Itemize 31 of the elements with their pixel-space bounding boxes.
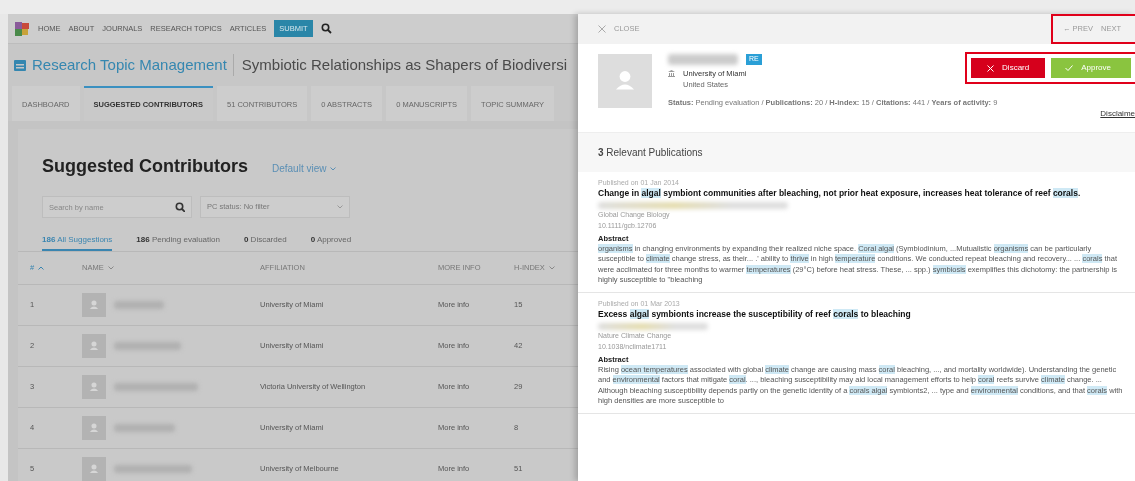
sort-down-icon: [548, 266, 555, 270]
page-heading: Research Topic Management: [32, 54, 227, 75]
calendar-icon: [14, 59, 26, 71]
close-icon: [598, 25, 606, 33]
filter-tab[interactable]: 0 Approved: [310, 234, 352, 251]
person-icon: [87, 421, 101, 435]
section-heading: 3 Relevant Publications: [598, 146, 703, 160]
person-icon: [87, 380, 101, 394]
filter-tab[interactable]: 186 Pending evaluation: [136, 234, 220, 251]
page-title: Suggested Contributors: [42, 155, 248, 178]
institution-icon: [668, 70, 675, 78]
person-icon: [87, 339, 101, 353]
check-icon: [1065, 65, 1074, 71]
chevron-icon: [337, 205, 343, 209]
search-icon: [175, 202, 185, 212]
sort-down-icon: [107, 266, 114, 270]
sort-up-icon: [38, 266, 45, 270]
publication-title[interactable]: Excess algal symbionts increase the susceptibility of reef corals to bleaching: [598, 309, 1125, 321]
disclaimer-link[interactable]: Disclaime: [1100, 108, 1135, 120]
person-icon: [87, 298, 101, 312]
blurred-name: [668, 54, 738, 65]
close-icon: [987, 64, 995, 72]
filter-tab[interactable]: 0 Discarded: [243, 234, 287, 251]
discard-button[interactable]: Discard: [971, 58, 1046, 78]
chevron-icon: [330, 166, 337, 171]
search-icon[interactable]: [320, 23, 332, 34]
filter-tab[interactable]: 186 All Suggestions: [42, 234, 113, 251]
person-icon: [87, 462, 101, 476]
publication-title[interactable]: Change in algal symbiont communities after bleaching, not prior heat exposure, increases heat tolerance of reef corals.: [598, 188, 1125, 200]
logo-icon: [14, 20, 30, 37]
topic-title: Symbiotic Relationships as Shapers of Biodiversi: [232, 53, 567, 77]
